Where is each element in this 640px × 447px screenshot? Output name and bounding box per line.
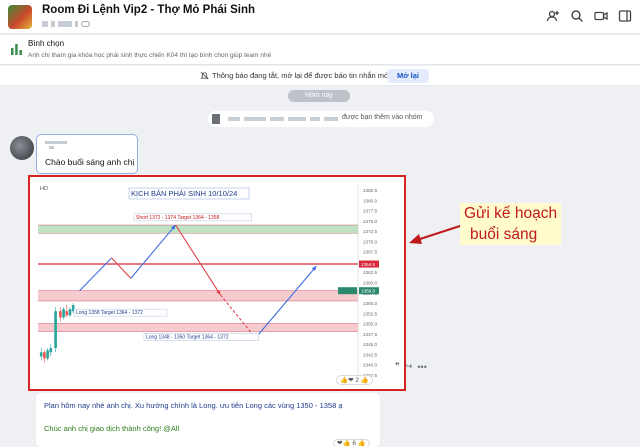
- reenable-notifications-button[interactable]: Mở lại: [387, 69, 430, 83]
- hd-badge: HD: [40, 186, 48, 192]
- poll-icon: [11, 44, 22, 55]
- notification-notice: Thông báo đang tắt, mở lại để được báo t…: [0, 66, 640, 86]
- y-tick-label: 1380.0: [363, 198, 377, 203]
- candle: [65, 311, 69, 316]
- y-tick-label: 1352.5: [363, 311, 377, 316]
- y-tick-label: 1372.5: [363, 229, 377, 234]
- message-bubble[interactable]: Plan hôm nay nhé anh chị. Xu hướng chính…: [36, 393, 380, 447]
- candle: [68, 309, 72, 316]
- member-summary[interactable]: [42, 20, 90, 28]
- candle: [54, 311, 57, 349]
- arrow-annotation: [409, 224, 464, 244]
- thumbs-up-icon: 👍: [342, 440, 351, 447]
- more-options-icon[interactable]: •••: [417, 362, 426, 372]
- y-tick-label: 1367.5: [363, 250, 377, 255]
- annotation-text: Gửi kế hoạch buổi sáng: [460, 203, 562, 245]
- thumbs-up-icon: 👍: [340, 377, 349, 384]
- trading-chart: 1382.5 1380.0 1377.5 1375.0 1372.5 1370.0 1367…: [36, 180, 396, 385]
- bell-muted-icon: [200, 71, 209, 80]
- system-message: được bạn thêm vào nhóm: [208, 111, 434, 127]
- y-tick-label: 1355.0: [363, 301, 377, 306]
- y-tick-label: 1377.5: [363, 209, 377, 214]
- y-tick-label: 1350.0: [363, 322, 377, 327]
- y-tick-label: 1375.0: [363, 219, 377, 224]
- quote-icon[interactable]: ❞: [395, 361, 400, 372]
- sender-avatar[interactable]: [10, 136, 34, 160]
- annotation-line-1: Gửi kế hoạch: [464, 205, 558, 222]
- candle: [39, 352, 43, 357]
- candle: [62, 309, 65, 318]
- y-tick-label: 1347.5: [363, 332, 377, 337]
- heart-icon: ❤: [348, 377, 354, 384]
- y-tick-label: 1370.0: [363, 239, 377, 244]
- date-separator: Hôm nay: [288, 90, 350, 102]
- scenario-segment: [79, 257, 112, 292]
- zone-label: Short 1372 - 1374 Target 1364 - 1358: [136, 215, 220, 221]
- reaction-summary[interactable]: ❤👍 6 👍: [333, 439, 370, 447]
- group-avatar[interactable]: [8, 5, 32, 29]
- candle: [46, 350, 49, 359]
- annotation-line-2: buổi sáng: [470, 226, 538, 243]
- zone-0: [38, 225, 358, 234]
- group-title[interactable]: Room Đi Lệnh Vip2 - Thợ Mỏ Phái Sinh: [42, 4, 255, 16]
- y-tick-label: 1345.0: [363, 342, 377, 347]
- scenario-segment: [175, 224, 221, 296]
- wish-message: Chúc anh chị giao dịch thành công! @All: [44, 424, 180, 433]
- chart-svg: 1382.5 1380.0 1377.5 1375.0 1372.5 1370.0 1367…: [38, 184, 379, 381]
- tag-icon[interactable]: [81, 21, 90, 27]
- y-tick-label: 1342.5: [363, 352, 377, 357]
- plan-message: Plan hôm nay nhé anh chị. Xu hướng chính…: [44, 401, 343, 410]
- poll-title: Bình chọn: [28, 39, 65, 48]
- price-tag-label: 1358.0: [361, 289, 375, 294]
- like-icon: 👍: [360, 377, 369, 384]
- like-icon: 👍: [357, 440, 366, 447]
- zone-label: Long 1348 - 1350 Target 1364 - 1372: [146, 335, 229, 341]
- notice-text: Thông báo đang tắt, mở lại để được báo t…: [212, 71, 391, 80]
- y-tick-label: 1340.0: [363, 363, 377, 368]
- chat-header: Room Đi Lệnh Vip2 - Thợ Mỏ Phái Sinh: [0, 0, 640, 34]
- pinned-poll[interactable]: Bình chọn Anh chị tham gia khóa học phái…: [0, 35, 640, 65]
- scenario-segment: [111, 257, 132, 279]
- sidebar-toggle-icon[interactable]: [618, 9, 632, 23]
- y-tick-label: 1360.0: [363, 281, 377, 286]
- candle: [59, 311, 62, 318]
- image-message[interactable]: 1382.5 1380.0 1377.5 1375.0 1372.5 1370.0 1367…: [28, 175, 406, 391]
- avatar: [212, 114, 220, 124]
- zone-2: [38, 323, 358, 332]
- chart-title: KỊCH BẢN PHÁI SINH 10/10/24: [131, 189, 237, 198]
- share-icon[interactable]: ↪: [405, 361, 413, 372]
- zone-1: [38, 290, 358, 301]
- y-tick-label: 1362.5: [363, 270, 377, 275]
- message-bubble[interactable]: Chào buổi sáng anh chị: [36, 134, 138, 174]
- greeting-message: Chào buổi sáng anh chị: [45, 157, 135, 167]
- price-tag-label: 1364.5: [361, 262, 375, 267]
- video-call-icon[interactable]: [594, 9, 608, 23]
- y-tick-label: 1382.5: [363, 188, 377, 193]
- search-icon[interactable]: [570, 9, 584, 23]
- system-message-text: được bạn thêm vào nhóm: [342, 114, 423, 121]
- poll-description: Anh chị tham gia khóa học phái sinh thực…: [28, 52, 272, 59]
- reaction-summary[interactable]: 👍❤ 2 👍: [336, 375, 373, 385]
- add-member-icon[interactable]: [546, 9, 560, 23]
- ticker-tag: [338, 287, 357, 295]
- zone-label: Long 1358 Target 1364 - 1372: [76, 310, 143, 316]
- candle: [49, 348, 53, 353]
- candle: [43, 352, 46, 359]
